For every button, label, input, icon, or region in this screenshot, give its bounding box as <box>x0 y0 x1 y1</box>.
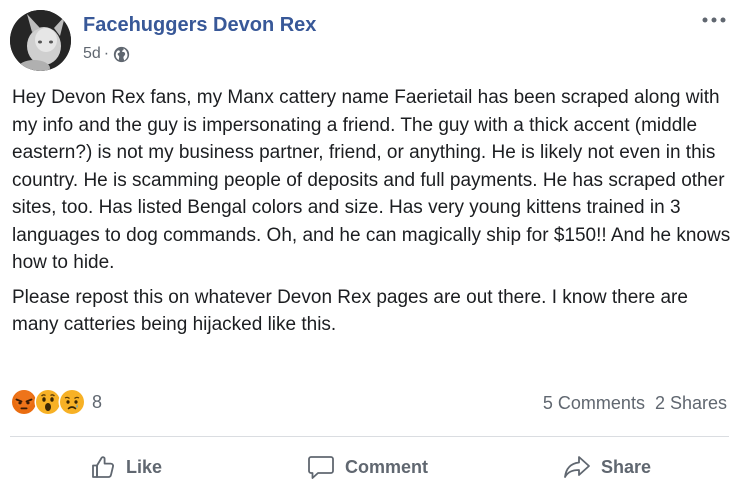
reaction-count: 8 <box>92 391 103 412</box>
share-button[interactable]: Share <box>563 449 651 485</box>
share-label: Share <box>601 456 652 477</box>
sad-reaction-icon <box>58 388 86 416</box>
comment-icon <box>308 456 334 479</box>
meta-separator: · <box>103 45 110 62</box>
like-label: Like <box>126 456 163 477</box>
share-arrow-icon <box>564 456 590 478</box>
post-stats: 5 Comments 2 Shares <box>543 393 727 414</box>
comment-label: Comment <box>345 456 429 477</box>
facebook-post: Facehuggers Devon Rex 5d · Hey Devon Rex… <box>0 0 739 503</box>
post-paragraph: Please repost this on whatever Devon Rex… <box>12 286 688 336</box>
like-button[interactable]: Like <box>90 449 162 485</box>
more-options-button[interactable] <box>701 10 727 30</box>
comments-count-link[interactable]: 5 Comments <box>543 393 645 414</box>
comment-button[interactable]: Comment <box>307 449 428 485</box>
post-timestamp[interactable]: 5d <box>83 45 101 63</box>
post-paragraph: Hey Devon Rex fans, my Manx cattery name… <box>12 87 731 273</box>
post-meta: 5d · <box>83 45 130 63</box>
divider <box>10 436 729 437</box>
shares-count-link[interactable]: 2 Shares <box>655 393 727 414</box>
globe-icon[interactable] <box>113 46 130 63</box>
more-horizontal-icon <box>702 17 726 23</box>
page-name-link[interactable]: Facehuggers Devon Rex <box>83 14 316 37</box>
reactions-summary[interactable]: 8 <box>10 388 102 416</box>
post-text: Hey Devon Rex fans, my Manx cattery name… <box>12 84 734 346</box>
avatar[interactable] <box>10 10 71 71</box>
cat-avatar-image <box>10 10 71 71</box>
thumbs-up-icon <box>92 456 114 478</box>
